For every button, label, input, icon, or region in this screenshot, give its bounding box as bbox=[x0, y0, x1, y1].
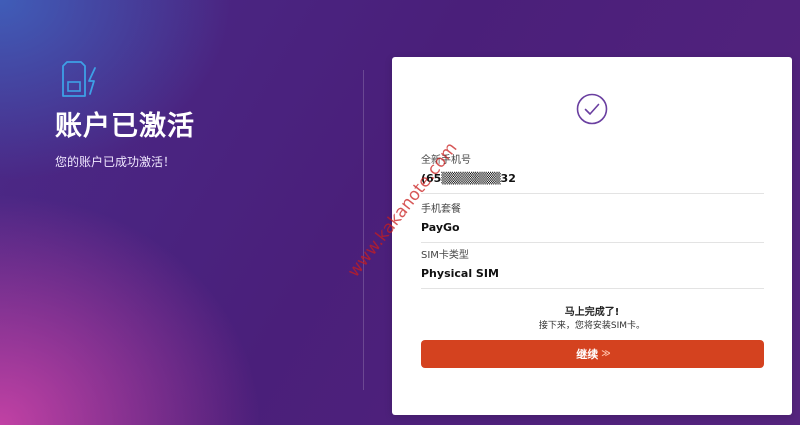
continue-label: 继续 bbox=[576, 348, 599, 361]
plan-field: 手机套餐 PayGo bbox=[421, 203, 764, 243]
double-chevron-right-icon: ≫ bbox=[601, 349, 611, 359]
page-subtitle: 您的账户已成功激活！ bbox=[55, 155, 176, 169]
vertical-divider bbox=[363, 70, 364, 390]
sim-card-lightning-icon bbox=[62, 61, 96, 97]
plan-value: PayGo bbox=[421, 221, 460, 234]
info-title: 马上完成了! bbox=[564, 307, 620, 318]
phone-number-field: 全新手机号 (65▒▒▒▒▒▒▒32 bbox=[421, 154, 764, 194]
plan-label: 手机套餐 bbox=[421, 204, 461, 215]
sim-type-field: SIM卡类型 Physical SIM bbox=[421, 249, 764, 289]
info-text: 接下来，您将安装SIM卡。 bbox=[538, 321, 646, 331]
phone-number-label: 全新手机号 bbox=[421, 155, 471, 166]
page-title: 账户已激活 bbox=[55, 111, 195, 142]
continue-button[interactable]: 继续 ≫ bbox=[421, 340, 764, 368]
activation-card: 全新手机号 (65▒▒▒▒▒▒▒32 手机套餐 PayGo SIM卡类型 Phy… bbox=[392, 57, 792, 415]
phone-number-value: (65▒▒▒▒▒▒▒32 bbox=[421, 172, 516, 185]
left-panel: 账户已激活 您的账户已成功激活！ bbox=[55, 58, 345, 170]
checkmark-circle-icon bbox=[576, 93, 608, 125]
sim-type-value: Physical SIM bbox=[421, 267, 499, 280]
sim-type-label: SIM卡类型 bbox=[421, 250, 469, 261]
